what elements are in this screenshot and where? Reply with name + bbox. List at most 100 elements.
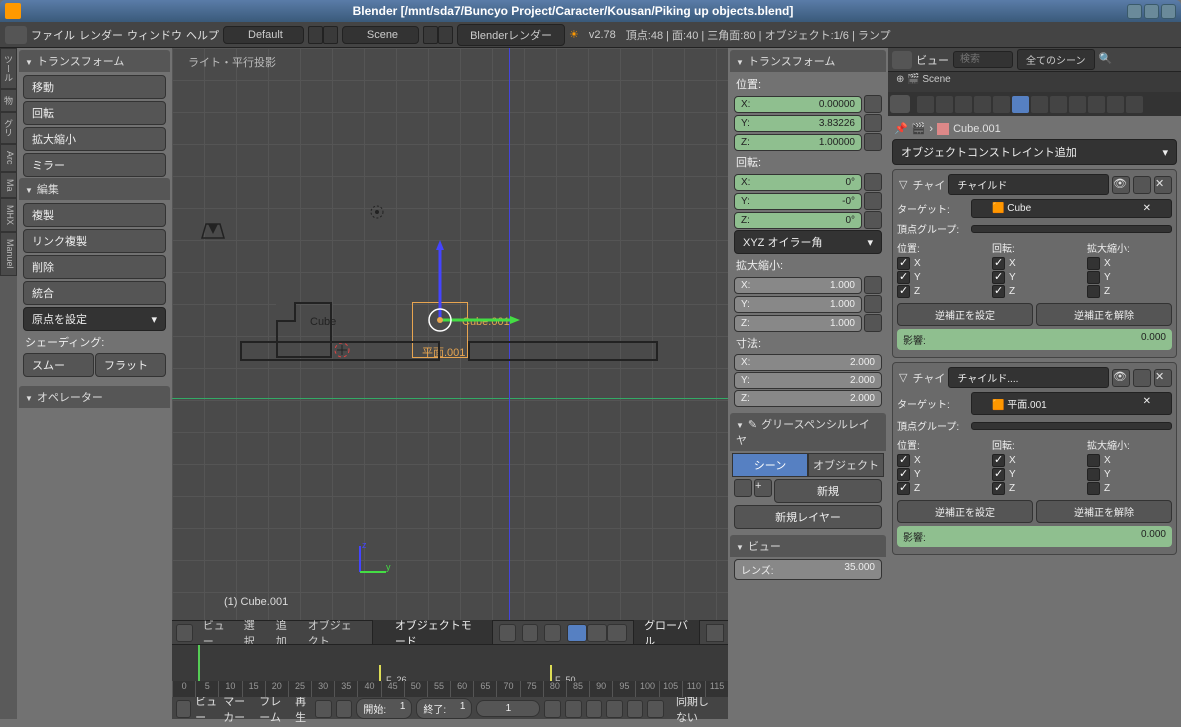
menu-help[interactable]: ヘルプ	[186, 27, 219, 43]
loc-z-checkbox[interactable]	[897, 482, 910, 495]
lock-scale-x-icon[interactable]	[864, 276, 882, 294]
tab-grease[interactable]: グリ	[0, 112, 17, 144]
lock-loc-y-icon[interactable]	[864, 114, 882, 132]
play-button[interactable]	[606, 700, 623, 718]
outliner-tree[interactable]: ⊕ 🎬 Scene	[888, 72, 1181, 92]
link-duplicate-button[interactable]: リンク複製	[23, 229, 166, 253]
lock-rot-y-icon[interactable]	[864, 192, 882, 210]
object-tab-icon[interactable]	[993, 96, 1010, 113]
influence-slider[interactable]: 影響:0.000	[897, 329, 1172, 350]
delete-scene-button[interactable]	[438, 26, 453, 44]
join-button[interactable]: 統合	[23, 281, 166, 305]
set-inverse-button[interactable]: 逆補正を設定	[897, 500, 1033, 523]
loc-x-checkbox[interactable]	[897, 454, 910, 467]
lock-range-button[interactable]	[336, 700, 353, 718]
location-z-field[interactable]: Z:1.00000	[734, 134, 862, 151]
texture-tab-icon[interactable]	[1088, 96, 1105, 113]
delete-constraint-icon[interactable]: ✕	[1154, 176, 1172, 194]
editor-type-icon[interactable]	[5, 26, 27, 44]
menu-file[interactable]: ファイル	[31, 27, 75, 43]
outliner-view-menu[interactable]: ビュー	[916, 52, 949, 68]
current-frame-field[interactable]: 1	[476, 700, 540, 717]
manipulator-rotate-icon[interactable]	[587, 624, 607, 642]
eye-icon[interactable]: 👁	[1112, 369, 1130, 387]
3d-viewport[interactable]: ライト・平行投影 Cube Cube.001 平面.001	[172, 48, 728, 620]
dim-x-field[interactable]: X:2.000	[734, 354, 882, 371]
outliner-search-input[interactable]	[953, 51, 1013, 68]
manipulator-translate-icon[interactable]	[567, 624, 587, 642]
flat-button[interactable]: フラット	[95, 353, 166, 377]
maximize-button[interactable]	[1144, 4, 1159, 19]
tl-menu-play[interactable]: 再生	[295, 693, 311, 725]
rot-z-checkbox[interactable]	[992, 482, 1005, 495]
particles-tab-icon[interactable]	[1107, 96, 1124, 113]
constraint-name-field[interactable]: チャイルド....	[948, 367, 1109, 388]
editor-type-3dview-icon[interactable]	[176, 624, 193, 642]
world-tab-icon[interactable]	[974, 96, 991, 113]
object-plane-left[interactable]	[240, 341, 440, 361]
search-icon[interactable]: 🔍	[1099, 52, 1115, 68]
minimize-button[interactable]	[1127, 4, 1142, 19]
operator-panel-header[interactable]: オペレーター	[19, 386, 170, 408]
rotation-x-field[interactable]: X:0°	[734, 174, 862, 191]
eye-icon[interactable]: 👁	[1112, 176, 1130, 194]
rot-x-checkbox[interactable]	[992, 454, 1005, 467]
frame-end-field[interactable]: 終了:1	[416, 698, 472, 719]
render-layers-tab-icon[interactable]	[936, 96, 953, 113]
scale-x-checkbox[interactable]	[1087, 454, 1100, 467]
screen-layout-select[interactable]: Default	[223, 26, 304, 44]
lock-loc-z-icon[interactable]	[864, 133, 882, 151]
delete-button[interactable]: 削除	[23, 255, 166, 279]
rot-y-checkbox[interactable]	[992, 468, 1005, 481]
rotate-button[interactable]: 回転	[23, 101, 166, 125]
gp-object-tab[interactable]: オブジェクト	[808, 453, 884, 477]
add-layout-button[interactable]	[308, 26, 323, 44]
move-up-icon[interactable]	[1133, 369, 1151, 387]
new-layer-button[interactable]: 新規レイヤー	[734, 505, 882, 529]
view-panel-header[interactable]: ビュー	[730, 535, 886, 557]
shading-select-icon[interactable]	[499, 624, 516, 642]
lock-rot-x-icon[interactable]	[864, 173, 882, 191]
scene-tab-icon[interactable]	[955, 96, 972, 113]
breadcrumb-object[interactable]: Cube.001	[953, 123, 1001, 135]
rot-y-checkbox[interactable]	[992, 271, 1005, 284]
lock-rot-z-icon[interactable]	[864, 211, 882, 229]
scale-x-field[interactable]: X:1.000	[734, 277, 862, 294]
object-plane-right[interactable]	[468, 341, 658, 361]
prev-keyframe-button[interactable]	[565, 700, 582, 718]
outliner-filter-select[interactable]: 全てのシーン	[1017, 49, 1095, 70]
layer-button[interactable]	[706, 624, 724, 642]
play-reverse-button[interactable]	[586, 700, 603, 718]
n-transform-header[interactable]: トランスフォーム	[730, 50, 886, 72]
lamp-icon[interactable]	[365, 200, 389, 224]
scale-z-checkbox[interactable]	[1087, 482, 1100, 495]
rotation-mode-select[interactable]: XYZ オイラー角▾	[734, 230, 882, 254]
add-scene-button[interactable]	[423, 26, 438, 44]
editor-type-timeline-icon[interactable]	[176, 700, 191, 718]
smooth-button[interactable]: スムー	[23, 353, 94, 377]
grease-pencil-header[interactable]: ✎グリースペンシルレイヤ	[730, 413, 886, 451]
clear-inverse-button[interactable]: 逆補正を解除	[1036, 303, 1172, 326]
constraints-tab-icon[interactable]	[1012, 96, 1029, 113]
tab-manuel[interactable]: Manuel	[0, 232, 17, 276]
delete-constraint-icon[interactable]: ✕	[1154, 369, 1172, 387]
scale-button[interactable]: 拡大縮小	[23, 127, 166, 151]
scale-z-checkbox[interactable]	[1087, 285, 1100, 298]
editor-type-outliner-icon[interactable]	[892, 51, 912, 69]
jump-end-button[interactable]	[647, 700, 664, 718]
render-tab-icon[interactable]	[917, 96, 934, 113]
transform-panel-header[interactable]: トランスフォーム	[19, 50, 170, 72]
translate-button[interactable]: 移動	[23, 75, 166, 99]
tab-physics[interactable]: 物	[0, 89, 17, 112]
manipulator-scale-icon[interactable]	[607, 624, 627, 642]
rot-z-checkbox[interactable]	[992, 285, 1005, 298]
set-origin-dropdown[interactable]: 原点を設定▾	[23, 307, 166, 331]
gp-brush-icon[interactable]	[734, 479, 752, 497]
collapse-toggle[interactable]: ▽	[897, 176, 909, 193]
data-tab-icon[interactable]	[1050, 96, 1067, 113]
lock-scale-z-icon[interactable]	[864, 314, 882, 332]
next-keyframe-button[interactable]	[627, 700, 644, 718]
vertex-group-field[interactable]	[971, 422, 1172, 430]
edit-panel-header[interactable]: 編集	[19, 178, 170, 200]
tab-mhx[interactable]: MHX	[0, 198, 17, 232]
